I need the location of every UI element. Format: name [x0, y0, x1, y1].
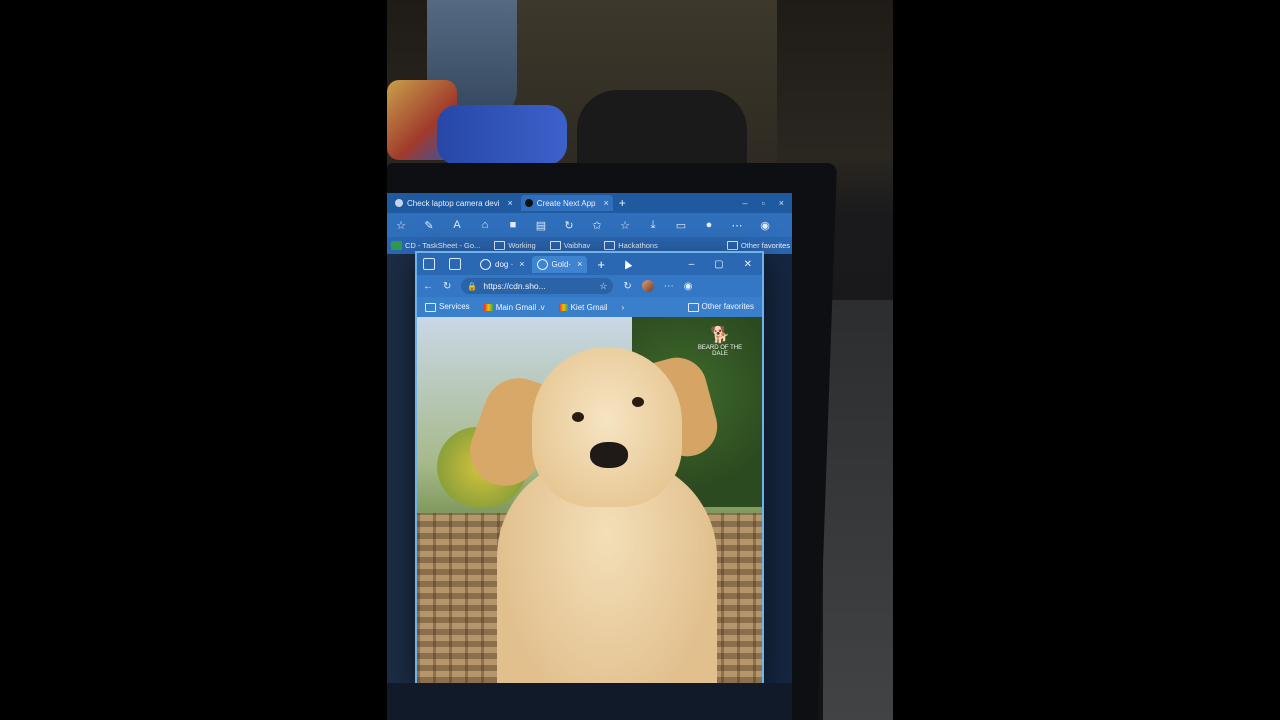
close-icon[interactable]: × [577, 259, 582, 269]
lock-icon: 🔒 [467, 281, 478, 291]
golden-retriever-image: 🐕 BEARD OF THE DALE [417, 317, 762, 683]
more-icon[interactable]: ⋯ [664, 281, 674, 292]
background-page-right [762, 254, 792, 720]
screen-icon[interactable]: ▭ [673, 219, 689, 232]
tab-icon[interactable]: ■ [505, 219, 521, 231]
pen-icon[interactable]: ✎ [421, 219, 437, 232]
watermark-logo: 🐕 BEARD OF THE DALE [690, 325, 750, 357]
fav-vaibhav[interactable]: Vaibhav [549, 241, 590, 251]
fav-taskSheet[interactable]: CD - TaskSheet - Go... [391, 241, 480, 251]
gmail-icon [483, 303, 493, 311]
dog-nose [590, 442, 628, 468]
folder-icon [604, 241, 616, 251]
outer-favorites-bar: CD - TaskSheet - Go... Working Vaibhav H… [387, 237, 792, 254]
inner-browser-window: dog · × Gold· × + – ▢ ✕ ← ↻ 🔒 https://cd… [417, 253, 762, 683]
folder-icon [687, 302, 699, 312]
refresh-page-icon[interactable]: ↻ [623, 281, 631, 292]
back-icon[interactable]: ← [423, 281, 433, 292]
tab-label: Gold· [551, 259, 572, 269]
blue-object [437, 105, 567, 165]
floor [823, 300, 893, 720]
dog-head [532, 347, 682, 507]
fav-hackathons[interactable]: Hackathons [604, 241, 658, 251]
chevron-right-icon[interactable]: › [622, 303, 625, 312]
inner-tab-golden[interactable]: Gold· × [531, 255, 588, 273]
dog-eye-right [632, 397, 644, 407]
new-tab-icon[interactable]: + [597, 257, 605, 272]
tab-label: Create Next App [536, 198, 596, 208]
dark-object [577, 90, 747, 170]
refresh-icon[interactable]: ↻ [561, 219, 577, 232]
window-controls: – ▢ ✕ [689, 259, 762, 270]
more-icon[interactable]: ⋯ [729, 219, 745, 232]
fav-main-gmail[interactable]: Main Gmail .v [483, 303, 545, 312]
text-icon[interactable]: A [449, 219, 465, 231]
favorites-icon[interactable]: ☆ [617, 219, 633, 232]
other-favorites[interactable]: Other favorites [726, 241, 792, 251]
extension-icon[interactable]: ⌂ [477, 219, 493, 231]
minimize-icon[interactable]: – [743, 198, 748, 208]
globe-icon [480, 258, 491, 270]
favorites-star-icon[interactable]: ☆ [393, 219, 409, 232]
folder-icon [549, 241, 561, 251]
outer-toolbar: ☆ ✎ A ⌂ ■ ▤ ↻ ✩ ☆ ⤓ ▭ ● ⋯ ◉ [387, 213, 792, 237]
globe-icon [536, 258, 548, 270]
minimize-icon[interactable]: – [689, 259, 695, 270]
fav-services[interactable]: Services [425, 302, 470, 312]
workspaces-icon[interactable] [423, 258, 435, 270]
close-window-icon[interactable]: ✕ [744, 259, 752, 270]
tab-actions-icon[interactable] [449, 258, 461, 270]
fav-kiet-gmail[interactable]: Kiet Gmail [558, 303, 608, 312]
folder-icon [494, 241, 506, 251]
laptop-screen: Check laptop camera devi × Create Next A… [387, 193, 792, 720]
next-app-icon [524, 199, 533, 207]
fav-working[interactable]: Working [494, 241, 536, 251]
maximize-icon[interactable]: ▫ [762, 198, 765, 208]
tab-label: Check laptop camera devi [407, 198, 500, 208]
maximize-icon[interactable]: ▢ [714, 259, 723, 270]
close-icon[interactable]: × [508, 198, 513, 208]
new-tab-icon[interactable]: + [619, 196, 626, 210]
screen-bottom [387, 683, 792, 720]
profile-icon[interactable]: ● [701, 219, 717, 231]
inner-toolbar: ← ↻ 🔒 https://cdn.sho... ☆ ↻ ⋯ ◉ [417, 275, 762, 297]
gmail-icon [558, 303, 568, 311]
reading-icon[interactable]: ▤ [533, 219, 549, 232]
close-icon[interactable]: × [603, 198, 608, 208]
close-window-icon[interactable]: × [779, 198, 784, 208]
camera-photo: Check laptop camera devi × Create Next A… [387, 0, 893, 720]
dog-eye-left [572, 412, 584, 422]
folder-icon [726, 241, 738, 251]
mouse-cursor-icon [621, 258, 633, 270]
outer-tab-bar: Check laptop camera devi × Create Next A… [387, 193, 792, 213]
tab-favicon-icon [395, 199, 403, 207]
refresh-icon[interactable]: ↻ [443, 281, 451, 292]
tab-label: dog · [495, 259, 514, 269]
close-icon[interactable]: × [519, 259, 524, 269]
address-bar[interactable]: 🔒 https://cdn.sho... ☆ [461, 278, 614, 294]
watermark-text: BEARD OF THE DALE [697, 345, 743, 357]
background-page-left [387, 254, 417, 720]
outer-tab-camera[interactable]: Check laptop camera devi × [391, 195, 517, 211]
outer-tab-next-app[interactable]: Create Next App × [520, 195, 613, 211]
download-icon[interactable]: ⤓ [645, 219, 661, 232]
sheet-icon [391, 241, 402, 251]
favorite-star-icon[interactable]: ☆ [599, 281, 607, 292]
inner-favorites-bar: Services Main Gmail .v Kiet Gmail › Othe… [417, 297, 762, 317]
copilot-icon[interactable]: ◉ [757, 219, 773, 232]
inner-tab-dog[interactable]: dog · × [475, 256, 530, 273]
folder-icon [425, 302, 436, 312]
other-favorites[interactable]: Other favorites [687, 302, 762, 312]
copilot-icon[interactable]: ◉ [684, 281, 693, 292]
avatar[interactable] [641, 280, 654, 292]
collections-icon[interactable]: ✩ [589, 219, 605, 232]
window-controls: – ▫ × [743, 198, 792, 208]
address-text: https://cdn.sho... [483, 281, 546, 291]
inner-tab-bar: dog · × Gold· × + – ▢ ✕ [417, 253, 762, 275]
dog-logo-icon: 🐕 [710, 327, 730, 344]
